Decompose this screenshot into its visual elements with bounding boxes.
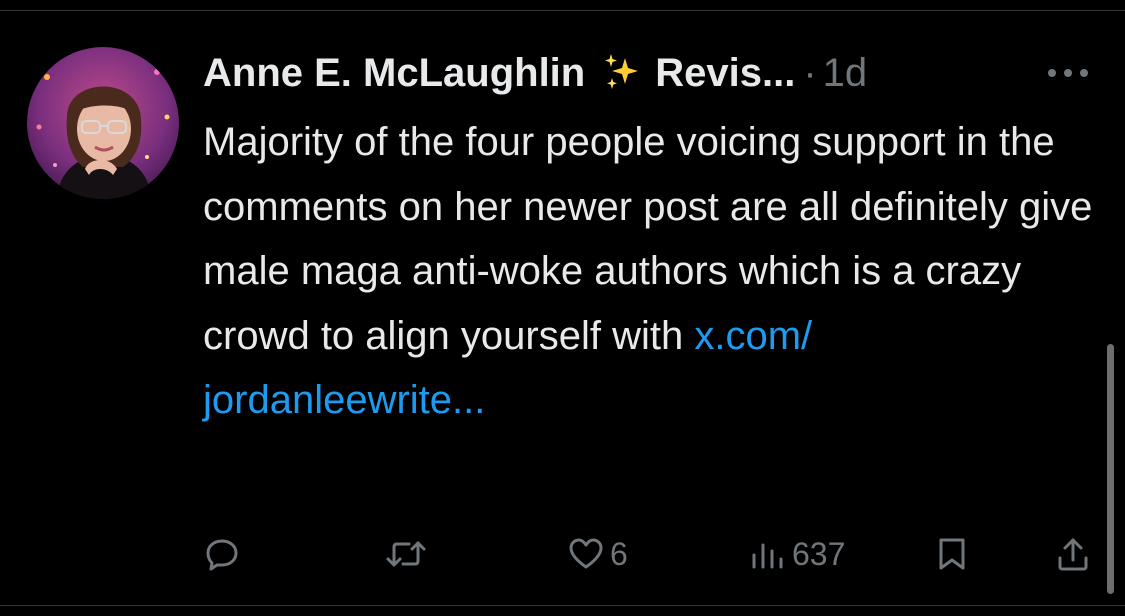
tweet-link-part-1[interactable]: x.com/ [694,314,812,358]
bookmark-button[interactable] [937,527,967,581]
like-count: 6 [610,535,628,572]
views-count: 637 [792,535,846,572]
tweet-link-part-2[interactable]: jordanleewrite... [203,378,485,422]
tweet-text: Majority of the four people voicing supp… [203,110,1093,433]
avatar[interactable] [27,47,179,199]
retweet-icon [385,537,427,571]
tweet-actions: 6 637 [0,527,1125,581]
tweet-text-content: Majority of the four people voicing supp… [203,120,1093,358]
author-display-name[interactable]: Anne E. McLaughlin [203,48,585,98]
more-horizontal-icon[interactable] [1040,58,1096,88]
tweet-header: Anne E. McLaughlin Revis... · 1d [203,48,867,98]
top-divider [0,10,1125,11]
bookmark-icon [937,536,967,572]
scrollbar-thumb[interactable] [1107,344,1114,594]
sparkles-emoji-icon [601,52,643,94]
views-button[interactable]: 637 [750,527,845,581]
share-button[interactable] [1056,527,1090,581]
bottom-divider [0,605,1125,606]
tweet-timestamp[interactable]: 1d [823,48,868,98]
author-name-suffix[interactable]: Revis... [655,48,795,98]
heart-icon [568,537,604,571]
analytics-icon [750,537,786,571]
like-button[interactable]: 6 [568,527,628,581]
separator-dot: · [803,51,817,95]
retweet-button[interactable] [385,527,427,581]
reply-button[interactable] [205,527,239,581]
reply-icon [205,537,239,571]
share-icon [1056,536,1090,572]
